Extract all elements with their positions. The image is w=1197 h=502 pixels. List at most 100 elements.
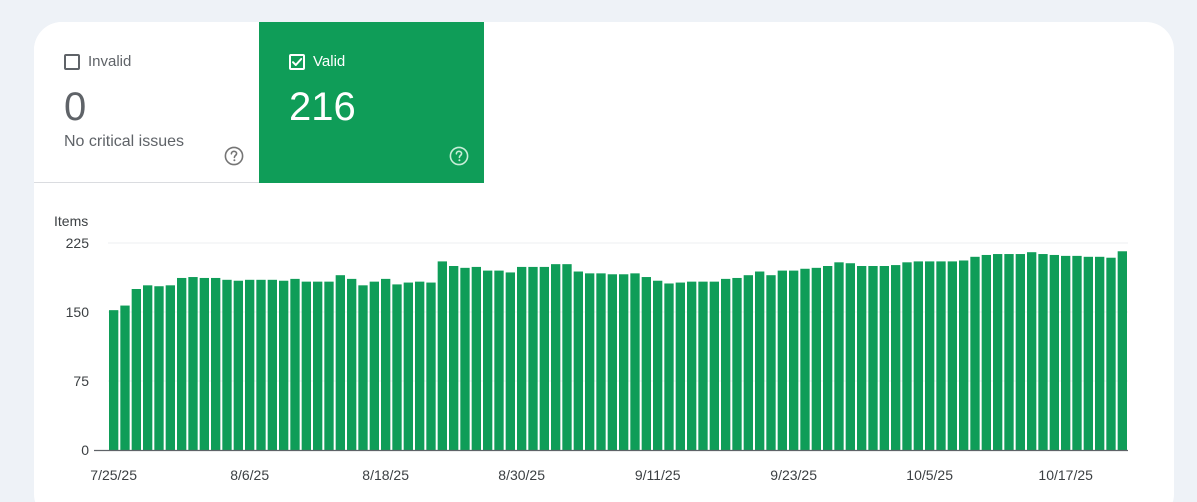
invalid-tile[interactable]: Invalid 0 No critical issues [34, 22, 259, 183]
bar [902, 262, 912, 450]
bar [913, 261, 923, 450]
bar [426, 282, 436, 450]
checkmark-icon [292, 57, 303, 66]
bar [109, 310, 119, 450]
x-tick-label: 8/18/25 [362, 467, 409, 483]
bar [970, 256, 980, 450]
bar [936, 261, 946, 450]
bar [993, 254, 1003, 450]
bar [925, 261, 935, 450]
bar [471, 266, 481, 450]
bar [573, 271, 583, 450]
bar [585, 273, 595, 450]
question-circle-icon[interactable] [449, 146, 469, 166]
bar [619, 274, 629, 450]
bar [981, 254, 991, 450]
bar [755, 271, 765, 450]
invalid-checkbox[interactable] [64, 53, 80, 70]
bar [381, 278, 391, 450]
bar [675, 282, 685, 450]
bar [290, 278, 300, 450]
x-tick-label: 8/6/25 [230, 467, 269, 483]
bar [1072, 255, 1082, 450]
bar [131, 289, 141, 450]
x-tick-label: 10/17/25 [1038, 467, 1093, 483]
bar [483, 270, 493, 450]
bar [709, 281, 719, 450]
invalid-description: No critical issues [64, 133, 185, 150]
valid-tile-header: Valid [289, 53, 345, 70]
bar [777, 270, 787, 450]
bar [324, 281, 334, 450]
bar [1061, 255, 1071, 450]
bar [460, 267, 470, 450]
bar [630, 273, 640, 450]
bar [188, 277, 198, 450]
bar [143, 285, 153, 450]
valid-checkbox[interactable] [289, 53, 305, 70]
bar [641, 277, 651, 450]
bar [494, 270, 504, 450]
bar [335, 275, 345, 450]
bar [279, 280, 289, 450]
bar [403, 282, 413, 450]
bar [539, 266, 549, 450]
bar [687, 281, 697, 450]
bar [1106, 257, 1116, 450]
bar [732, 277, 742, 450]
bar [1038, 254, 1048, 450]
bar [154, 286, 164, 450]
bar [891, 265, 901, 450]
bar [596, 273, 606, 450]
bar [177, 277, 187, 450]
valid-count: 216 [289, 85, 356, 129]
bar [301, 281, 311, 450]
bar [811, 267, 821, 450]
bar [1004, 254, 1014, 450]
bar [653, 280, 663, 450]
y-tick-label: 150 [66, 304, 90, 320]
bar [233, 280, 243, 450]
bar [766, 275, 776, 450]
bar [392, 284, 402, 450]
y-tick-label: 0 [81, 442, 89, 458]
bar [415, 281, 425, 450]
bar [120, 305, 130, 450]
bar [1027, 252, 1037, 450]
bar [743, 275, 753, 450]
bar-chart: Items 0 75 150 225 7/25/25 8/6/25 8/18/25 8/30/2… [54, 213, 1128, 483]
bar [789, 270, 799, 450]
bar [437, 261, 447, 450]
valid-label: Valid [313, 53, 346, 70]
invalid-count: 0 [64, 85, 87, 129]
y-tick-label: 75 [73, 373, 89, 389]
index-status-card: Invalid 0 No critical issues Valid 216 I… [34, 22, 1174, 502]
bar [369, 281, 379, 450]
bar [267, 279, 277, 450]
x-tick-label: 9/11/25 [635, 467, 681, 483]
bar [1015, 254, 1025, 450]
bar [347, 278, 357, 450]
bar [879, 266, 889, 450]
bar [607, 274, 617, 450]
bar [562, 264, 572, 450]
bar [1095, 256, 1105, 450]
bar [800, 268, 810, 450]
x-tick-label: 10/5/25 [906, 467, 953, 483]
valid-tile[interactable]: Valid 216 [259, 22, 484, 183]
x-tick-label: 7/25/25 [90, 467, 137, 483]
question-circle-icon[interactable] [224, 146, 244, 166]
bar [857, 266, 867, 450]
bar [528, 266, 538, 450]
bar [199, 277, 209, 450]
bar [245, 279, 255, 450]
bar [211, 277, 221, 450]
bar [823, 266, 833, 450]
bar [834, 262, 844, 450]
bar [868, 266, 878, 450]
bar [698, 281, 708, 450]
bar [845, 263, 855, 450]
bar [721, 278, 731, 450]
invalid-label: Invalid [88, 53, 132, 70]
bar [1083, 256, 1093, 450]
